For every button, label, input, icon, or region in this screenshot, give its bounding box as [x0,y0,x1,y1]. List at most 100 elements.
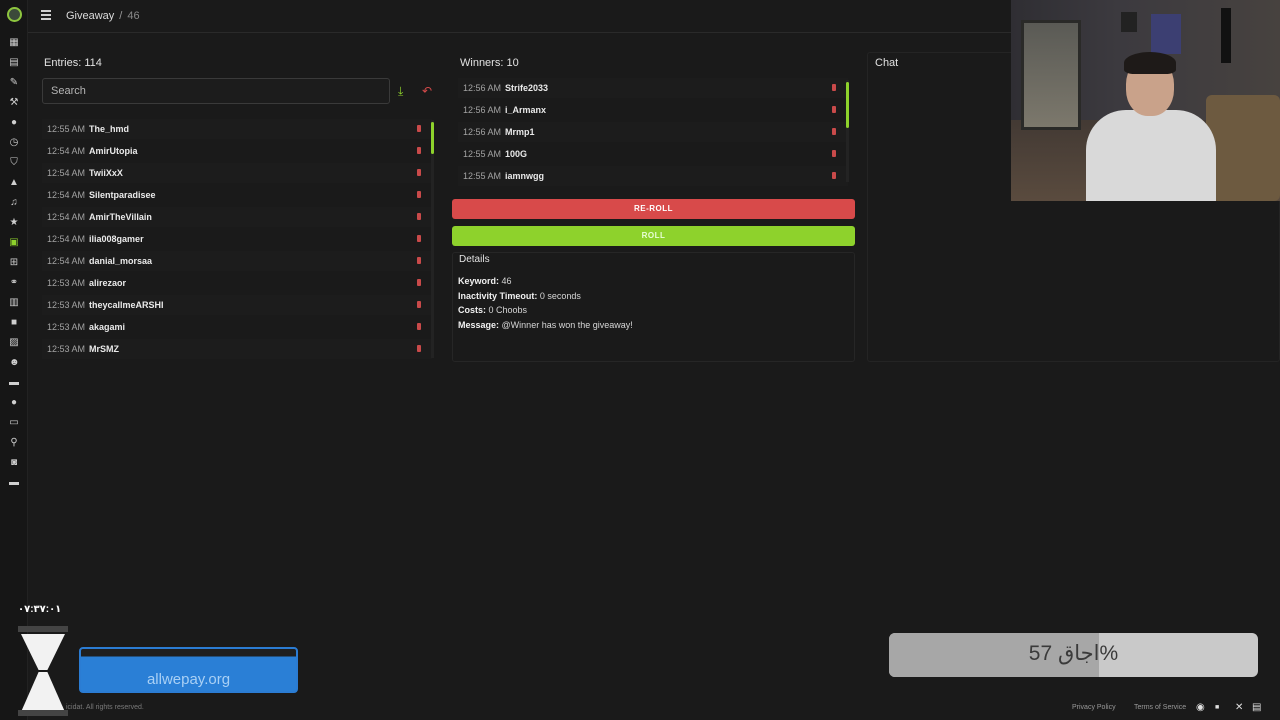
video-icon[interactable]: ■ [9,318,19,328]
trash-icon[interactable] [417,213,421,220]
list-item: 12:53 AM theycallmeARSHI [42,295,432,315]
document-footer-icon[interactable]: ▤ [1252,702,1261,713]
entry-username: theycallmeARSHI [89,300,164,310]
detail-inactivity-label: Inactivity Timeout: [458,291,538,301]
entry-time: 12:56 AM [463,105,502,115]
detail-message-value: @Winner has won the giveaway! [501,320,633,330]
list-item: 12:56 AM Mrmp1 [458,122,848,142]
detail-keyword: Keyword: 46 [458,276,512,286]
list-item: 12:54 AM ilia008gamer [42,229,432,249]
entry-username: Mrmp1 [505,127,535,137]
entry-time: 12:55 AM [47,124,86,134]
progress-overlay: اجاق 57% [889,633,1258,677]
breadcrumb-section[interactable]: Giveaway [66,10,114,22]
terms-link[interactable]: Terms of Service [1134,704,1186,711]
trash-icon[interactable] [417,323,421,330]
trash-icon[interactable] [417,345,421,352]
entry-username: danial_morsaa [89,256,153,266]
hourglass-lower [21,672,65,712]
clock-icon[interactable]: ◷ [9,138,19,148]
list-item: 12:54 AM danial_morsaa [42,251,432,271]
list-item: 12:56 AM Strife2033 [458,78,848,98]
privacy-link[interactable]: Privacy Policy [1072,704,1116,711]
entry-username: alirezaor [89,278,127,288]
entry-username: AmirTheVillain [89,212,152,222]
trash-icon[interactable] [417,301,421,308]
x-icon[interactable]: ✕ [1235,702,1243,713]
star-icon[interactable]: ★ [9,218,19,228]
wallet-icon[interactable]: ▬ [9,478,19,488]
gift-icon[interactable]: ▣ [9,238,19,248]
music-icon[interactable]: ♫ [9,198,19,208]
entry-username: 100G [505,149,528,159]
list-item: 12:54 AM AmirUtopia [42,141,432,161]
gamepad-icon[interactable]: ◙ [9,458,19,468]
entry-time: 12:56 AM [463,127,502,137]
kick-icon[interactable]: ■ [1215,704,1219,711]
app-logo-icon[interactable] [7,7,22,22]
entry-time: 12:53 AM [47,344,86,354]
entries-scrollbar[interactable] [431,120,434,358]
winners-scroll-thumb[interactable] [846,82,849,128]
monitor-icon[interactable]: ▭ [9,418,19,428]
webcam-person-hair [1124,52,1176,74]
chat-icon[interactable]: ● [9,118,19,128]
trash-icon[interactable] [417,169,421,176]
entry-username: iamnwgg [505,171,545,181]
alert-icon[interactable]: ▲ [9,178,19,188]
box-icon[interactable]: ▨ [9,338,19,348]
wand-icon[interactable]: ⚒ [9,98,19,108]
trash-icon[interactable] [832,84,836,91]
detail-message: Message: @Winner has won the giveaway! [458,320,633,330]
hourglass-top-cap [18,626,68,632]
detail-costs-value: 0 Choobs [488,305,528,315]
detail-keyword-label: Keyword: [458,276,500,286]
reroll-button[interactable]: RE-ROLL [452,199,855,219]
list-item: 12:54 AM AmirTheVillain [42,207,432,227]
breadcrumb-current: 46 [127,10,140,22]
entry-username: The_hmd [89,124,130,134]
entry-time: 12:54 AM [47,212,86,222]
cart-icon[interactable]: ⊞ [9,258,19,268]
undo-icon[interactable]: ↶ [422,85,434,97]
trash-icon[interactable] [832,128,836,135]
list-item: 12:54 AM TwiiXxX [42,163,432,183]
shield-icon[interactable]: ⛉ [9,158,19,168]
hourglass-icon [18,622,68,716]
entries-title: Entries: 114 [44,57,102,69]
emoji-icon[interactable]: ☻ [9,358,20,368]
detail-inactivity: Inactivity Timeout: 0 seconds [458,291,581,301]
dashboard-icon[interactable]: ▦ [9,38,19,48]
pen-icon[interactable]: ✎ [9,78,19,88]
trash-icon[interactable] [417,257,421,264]
entry-username: akagami [89,322,126,332]
search-icon[interactable]: ⚲ [9,438,19,448]
trash-icon[interactable] [832,106,836,113]
roll-button[interactable]: ROLL [452,226,855,246]
entries-scroll-thumb[interactable] [431,122,434,154]
menu-icon[interactable] [41,10,51,20]
message-icon[interactable]: ● [9,398,19,408]
discord-icon[interactable]: ◉ [1196,702,1205,713]
entry-username: Strife2033 [505,83,549,93]
list-item: 12:53 AM MrSMZ [42,339,432,359]
trash-icon[interactable] [832,150,836,157]
trash-icon[interactable] [417,191,421,198]
trash-icon[interactable] [417,235,421,242]
detail-costs-label: Costs: [458,305,487,315]
entry-time: 12:55 AM [463,171,502,181]
film-icon[interactable]: ▬ [9,378,19,388]
trash-icon[interactable] [832,172,836,179]
entry-time: 12:54 AM [47,256,86,266]
trash-icon[interactable] [417,279,421,286]
download-icon[interactable]: ⤓ [398,85,410,97]
timer-text: ۰۷:۳۷:۰۱ [18,604,62,615]
trash-icon[interactable] [417,125,421,132]
entry-time: 12:54 AM [47,190,86,200]
search-input[interactable]: Search [42,78,390,104]
link-icon[interactable]: ⚭ [9,278,19,288]
document-icon[interactable]: ▤ [9,58,19,68]
entry-time: 12:53 AM [47,322,86,332]
chart-icon[interactable]: ▥ [9,298,19,308]
trash-icon[interactable] [417,147,421,154]
